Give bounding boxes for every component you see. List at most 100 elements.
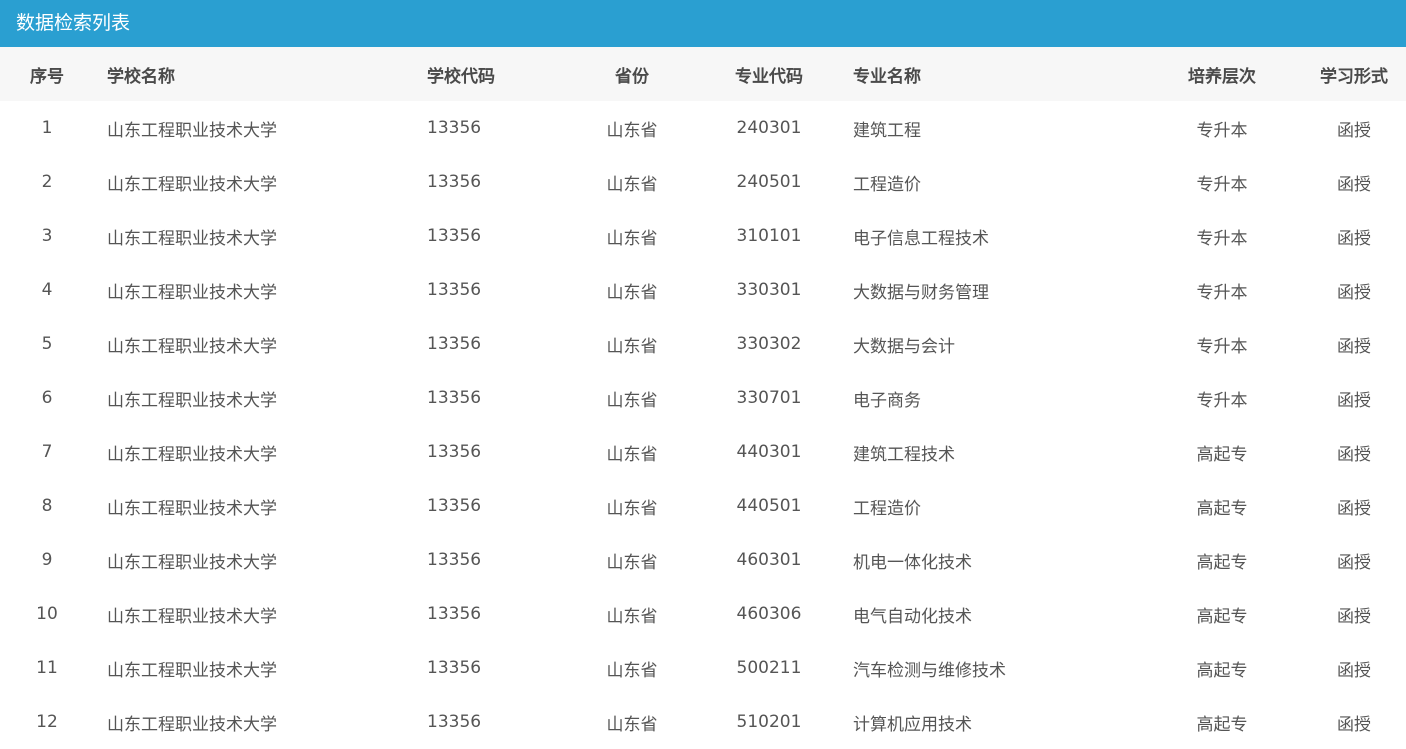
table-row: 11 山东工程职业技术大学 13356 山东省 500211 汽车检测与维修技术… <box>0 641 1406 695</box>
cell-major-code: 460306 <box>736 604 802 624</box>
cell-study-mode: 函授 <box>1337 552 1371 573</box>
cell-study-mode: 函授 <box>1337 498 1371 519</box>
cell-major-code: 310101 <box>736 226 802 246</box>
cell-province: 山东省 <box>606 714 658 735</box>
cell-school-code: 13356 <box>427 280 482 300</box>
cell-level: 高起专 <box>1196 660 1248 681</box>
cell-study-mode: 函授 <box>1337 120 1371 141</box>
table-row: 7 山东工程职业技术大学 13356 山东省 440301 建筑工程技术 高起专… <box>0 425 1406 479</box>
cell-school-code: 13356 <box>427 118 482 138</box>
cell-province: 山东省 <box>606 336 658 357</box>
cell-major-name: 计算机应用技术 <box>853 714 972 735</box>
page-title: 数据检索列表 <box>16 12 131 34</box>
cell-level: 专升本 <box>1196 174 1248 195</box>
cell-level: 高起专 <box>1196 714 1248 735</box>
cell-major-name: 建筑工程 <box>853 120 921 141</box>
cell-major-name: 建筑工程技术 <box>853 444 955 465</box>
cell-school-name: 山东工程职业技术大学 <box>107 282 277 303</box>
cell-level: 高起专 <box>1196 498 1248 519</box>
cell-school-code: 13356 <box>427 550 482 570</box>
cell-index: 3 <box>41 226 53 246</box>
cell-major-code: 440301 <box>736 442 802 462</box>
cell-major-code: 330302 <box>736 334 802 354</box>
table-row: 8 山东工程职业技术大学 13356 山东省 440501 工程造价 高起专 函… <box>0 479 1406 533</box>
cell-index: 4 <box>41 280 53 300</box>
cell-level: 专升本 <box>1196 228 1248 249</box>
cell-index: 9 <box>41 550 53 570</box>
cell-major-name: 汽车检测与维修技术 <box>853 660 1006 681</box>
cell-school-name: 山东工程职业技术大学 <box>107 228 277 249</box>
table-row: 1 山东工程职业技术大学 13356 山东省 240301 建筑工程 专升本 函… <box>0 101 1406 155</box>
cell-school-code: 13356 <box>427 172 482 192</box>
cell-major-name: 大数据与财务管理 <box>853 282 989 303</box>
cell-level: 高起专 <box>1196 552 1248 573</box>
cell-province: 山东省 <box>606 120 658 141</box>
cell-school-code: 13356 <box>427 712 482 732</box>
cell-index: 6 <box>41 388 53 408</box>
cell-major-name: 工程造价 <box>853 174 921 195</box>
cell-school-code: 13356 <box>427 604 482 624</box>
cell-major-name: 工程造价 <box>853 498 921 519</box>
cell-major-name: 电气自动化技术 <box>853 606 972 627</box>
cell-level: 高起专 <box>1196 444 1248 465</box>
cell-major-code: 500211 <box>736 658 802 678</box>
column-header-major-code: 专业代码 <box>735 66 803 87</box>
cell-study-mode: 函授 <box>1337 336 1371 357</box>
cell-major-code: 510201 <box>736 712 802 732</box>
cell-index: 5 <box>41 334 53 354</box>
cell-level: 专升本 <box>1196 390 1248 411</box>
table-header-row: 序号 学校名称 学校代码 省份 专业代码 专业名称 培养层次 学习形式 <box>0 47 1406 101</box>
cell-study-mode: 函授 <box>1337 444 1371 465</box>
cell-study-mode: 函授 <box>1337 282 1371 303</box>
cell-study-mode: 函授 <box>1337 660 1371 681</box>
cell-major-code: 330701 <box>736 388 802 408</box>
cell-major-name: 电子商务 <box>853 390 921 411</box>
cell-province: 山东省 <box>606 606 658 627</box>
cell-school-name: 山东工程职业技术大学 <box>107 714 277 735</box>
cell-study-mode: 函授 <box>1337 714 1371 735</box>
cell-index: 2 <box>41 172 53 192</box>
cell-province: 山东省 <box>606 660 658 681</box>
column-header-index: 序号 <box>30 66 64 87</box>
cell-school-name: 山东工程职业技术大学 <box>107 606 277 627</box>
cell-major-name: 机电一体化技术 <box>853 552 972 573</box>
cell-index: 7 <box>41 442 53 462</box>
cell-school-code: 13356 <box>427 334 482 354</box>
cell-province: 山东省 <box>606 552 658 573</box>
cell-study-mode: 函授 <box>1337 228 1371 249</box>
table-row: 12 山东工程职业技术大学 13356 山东省 510201 计算机应用技术 高… <box>0 695 1406 749</box>
cell-study-mode: 函授 <box>1337 390 1371 411</box>
table-row: 9 山东工程职业技术大学 13356 山东省 460301 机电一体化技术 高起… <box>0 533 1406 587</box>
cell-major-code: 330301 <box>736 280 802 300</box>
cell-major-code: 460301 <box>736 550 802 570</box>
table-row: 3 山东工程职业技术大学 13356 山东省 310101 电子信息工程技术 专… <box>0 209 1406 263</box>
column-header-province: 省份 <box>615 66 649 87</box>
cell-province: 山东省 <box>606 498 658 519</box>
cell-province: 山东省 <box>606 282 658 303</box>
column-header-major-name: 专业名称 <box>853 66 921 87</box>
cell-school-name: 山东工程职业技术大学 <box>107 390 277 411</box>
table-row: 5 山东工程职业技术大学 13356 山东省 330302 大数据与会计 专升本… <box>0 317 1406 371</box>
cell-major-name: 大数据与会计 <box>853 336 955 357</box>
cell-study-mode: 函授 <box>1337 606 1371 627</box>
cell-school-name: 山东工程职业技术大学 <box>107 174 277 195</box>
data-table: 序号 学校名称 学校代码 省份 专业代码 专业名称 培养层次 学习形式 1 山东… <box>0 47 1406 749</box>
cell-province: 山东省 <box>606 228 658 249</box>
cell-school-name: 山东工程职业技术大学 <box>107 120 277 141</box>
cell-major-name: 电子信息工程技术 <box>853 228 989 249</box>
cell-index: 8 <box>41 496 53 516</box>
cell-level: 高起专 <box>1196 606 1248 627</box>
cell-school-code: 13356 <box>427 496 482 516</box>
cell-school-name: 山东工程职业技术大学 <box>107 660 277 681</box>
cell-index: 1 <box>41 118 53 138</box>
column-header-school-code: 学校代码 <box>427 66 495 87</box>
cell-province: 山东省 <box>606 174 658 195</box>
cell-major-code: 240301 <box>736 118 802 138</box>
cell-school-code: 13356 <box>427 388 482 408</box>
table-row: 10 山东工程职业技术大学 13356 山东省 460306 电气自动化技术 高… <box>0 587 1406 641</box>
cell-index: 12 <box>36 712 58 732</box>
table-row: 6 山东工程职业技术大学 13356 山东省 330701 电子商务 专升本 函… <box>0 371 1406 425</box>
table-row: 2 山东工程职业技术大学 13356 山东省 240501 工程造价 专升本 函… <box>0 155 1406 209</box>
table-row: 4 山东工程职业技术大学 13356 山东省 330301 大数据与财务管理 专… <box>0 263 1406 317</box>
cell-school-name: 山东工程职业技术大学 <box>107 498 277 519</box>
